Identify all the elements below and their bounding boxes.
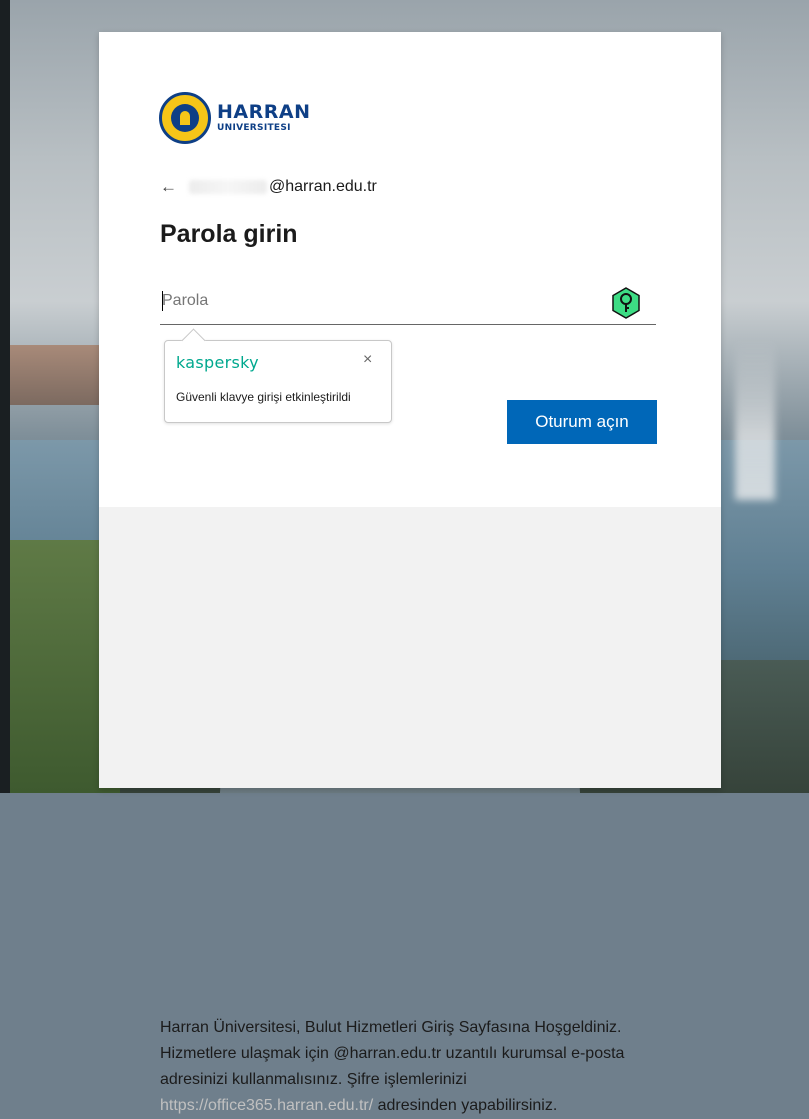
logo-text: HARRAN UNIVERSITESI [217,103,310,133]
background-fountain [735,340,775,500]
logo-line2: UNIVERSITESI [217,123,291,133]
page-title: Parola girin [160,220,298,248]
kaspersky-popup: kaspersky × Güvenli klavye girişi etkinl… [164,328,392,423]
sign-in-panel: HARRAN UNIVERSITESI ← @harran.edu.tr Par… [99,32,721,507]
password-field [160,282,656,325]
sign-in-button[interactable]: Oturum açın [507,400,657,444]
kaspersky-logo: kaspersky [176,353,259,372]
background-edge [0,0,10,793]
arrow-left-icon[interactable]: ← [160,177,177,197]
email-domain: @harran.edu.tr [269,178,377,195]
university-logo: HARRAN UNIVERSITESI [159,92,310,144]
info-panel: Harran Üniversitesi, Bulut Hizmetleri Gi… [99,507,721,1114]
text-caret [162,291,163,311]
info-text-after: adresinden yapabilirsiniz. [373,1096,558,1114]
background-buildings [0,345,110,405]
popup-pointer [181,328,206,353]
university-seal-icon [159,92,211,144]
account-identity: ← @harran.edu.tr [160,177,377,197]
info-text: Harran Üniversitesi, Bulut Hizmetleri Gi… [160,1015,630,1119]
sign-in-card: HARRAN UNIVERSITESI ← @harran.edu.tr Par… [99,32,721,1114]
office365-link[interactable]: https://office365.harran.edu.tr/ [160,1097,373,1114]
info-text-before: Harran Üniversitesi, Bulut Hizmetleri Gi… [160,1019,625,1088]
close-icon[interactable]: × [363,351,372,369]
password-input[interactable] [160,282,602,320]
kaspersky-message: Güvenli klavye girişi etkinleştirildi [176,390,351,404]
logo-line1: HARRAN [217,101,311,123]
kaspersky-key-icon[interactable] [610,287,642,319]
redacted-username [189,180,267,194]
